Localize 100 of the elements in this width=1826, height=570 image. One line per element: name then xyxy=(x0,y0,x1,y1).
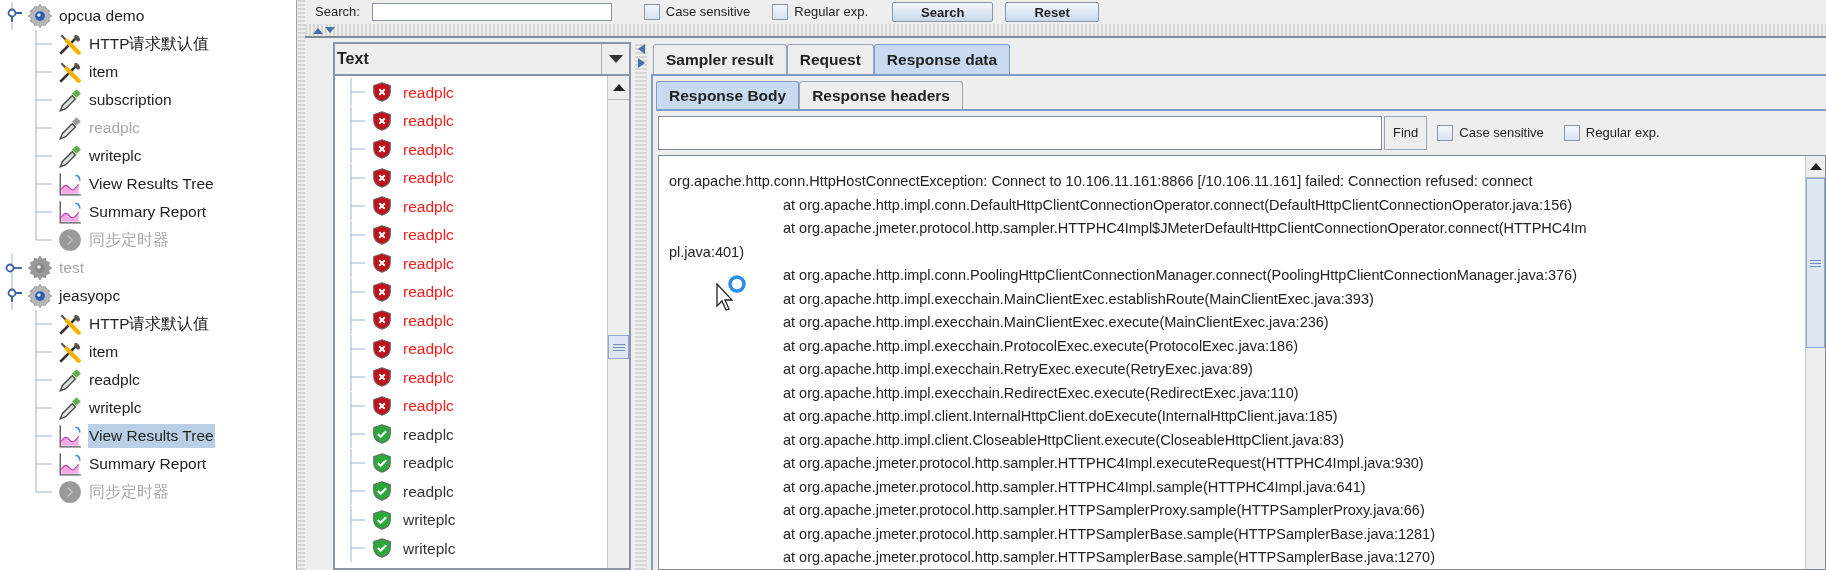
stack-trace-line: at org.apache.http.impl.client.InternalHttpClient.doExecute(InternalHttpClient.java:185) xyxy=(783,407,1338,426)
tree-line xyxy=(32,58,52,86)
result-item[interactable]: writeplc xyxy=(403,536,456,560)
stack-trace-line: at org.apache.jmeter.protocol.http.sampler.HTTPHC4Impl$JMeterDefaultHttpClientConnectionOperator.connect(HTTPHC4Im xyxy=(783,219,1587,238)
tab[interactable]: Response data xyxy=(873,44,1011,74)
checkbox-label: Regular exp. xyxy=(794,3,869,22)
tree-line xyxy=(347,135,365,164)
result-item[interactable]: writeplc xyxy=(403,508,456,532)
gear-icon xyxy=(27,283,53,309)
tab[interactable]: Sampler result xyxy=(653,44,787,74)
stack-trace-line: at org.apache.http.impl.execchain.MainClientExec.establishRoute(MainClientExec.java:393) xyxy=(783,289,1374,309)
result-item[interactable]: readplc xyxy=(403,137,454,161)
result-item[interactable]: readplc xyxy=(403,422,454,446)
result-item[interactable]: readplc xyxy=(403,337,454,361)
result-item[interactable]: readplc xyxy=(403,109,454,133)
tree-item[interactable]: View Results Tree xyxy=(88,424,215,448)
arrow-up-icon xyxy=(612,84,625,91)
pipette-icon xyxy=(57,143,83,169)
tree-line xyxy=(347,363,365,392)
search-button[interactable]: Search xyxy=(892,2,994,22)
tree-item[interactable]: Summary Report xyxy=(88,452,208,476)
collapse-up-icon[interactable] xyxy=(313,26,323,34)
tree-line xyxy=(347,477,365,506)
tree-line xyxy=(347,306,365,335)
chart-icon xyxy=(57,199,83,225)
tree-line xyxy=(32,366,52,394)
stack-trace-line: org.apache.http.conn.HttpHostConnectException: Connect to 10.106.11.161:8866 [/10.106.11.161] failed: Connection refused: connect xyxy=(669,172,1533,191)
tree-item[interactable]: item xyxy=(88,60,120,84)
search-field[interactable] xyxy=(371,3,612,21)
stack-trace-line: at org.apache.http.impl.client.CloseableHttpClient.execute(CloseableHttpClient.java:83) xyxy=(783,430,1344,450)
tree-line xyxy=(347,277,365,306)
mouse-pointer-icon xyxy=(716,283,734,311)
find-field[interactable] xyxy=(658,116,1382,150)
loading-spinner-icon xyxy=(727,274,747,294)
tree-line xyxy=(347,334,365,363)
scroll-thumb[interactable] xyxy=(1806,178,1825,348)
tab[interactable]: Response Body xyxy=(656,81,800,109)
tree-line xyxy=(32,170,52,198)
tree-item[interactable]: subscription xyxy=(88,88,173,112)
find-button[interactable]: Find xyxy=(1384,116,1428,150)
stack-trace-line: at org.apache.http.impl.execchain.RedirectExec.execute(RedirectExec.java:110) xyxy=(783,383,1299,403)
chart-icon xyxy=(57,423,83,449)
result-item[interactable]: readplc xyxy=(403,479,454,503)
checkbox[interactable] xyxy=(643,4,660,20)
tree-item[interactable]: item xyxy=(88,340,120,364)
tree-item[interactable]: HTTP请求默认值 xyxy=(88,312,211,336)
caret-icon xyxy=(608,55,623,63)
result-item[interactable]: readplc xyxy=(403,194,454,218)
collapse-right-icon[interactable] xyxy=(637,58,645,68)
tree-item[interactable]: HTTP请求默认值 xyxy=(88,32,211,56)
result-item[interactable]: readplc xyxy=(403,451,454,475)
stack-trace-line: at org.apache.jmeter.protocol.http.sampler.HTTPSamplerBase.sample(HTTPSamplerBase.java:1270) xyxy=(783,548,1435,567)
tab[interactable]: Request xyxy=(786,44,874,74)
stack-trace-line: at org.apache.jmeter.protocol.http.sampler.HTTPSamplerBase.sample(HTTPSamplerBase.java:1281) xyxy=(783,524,1435,544)
tree-item[interactable]: Summary Report xyxy=(88,200,208,224)
tree-item[interactable]: writeplc xyxy=(88,396,143,420)
tree-line xyxy=(32,338,52,366)
result-item[interactable]: readplc xyxy=(403,223,454,247)
checkbox[interactable] xyxy=(1437,125,1454,141)
stack-trace-line: at org.apache.jmeter.protocol.http.sampler.HTTPHC4Impl.sample(HTTPHC4Impl.java:641) xyxy=(783,477,1366,497)
tree-item[interactable]: readplc xyxy=(88,368,141,392)
collapse-left-icon[interactable] xyxy=(637,44,645,54)
collapse-down-icon[interactable] xyxy=(325,26,335,34)
tree-item[interactable]: writeplc xyxy=(88,144,143,168)
tree-item[interactable]: jeasyopc xyxy=(58,284,122,308)
result-item[interactable]: readplc xyxy=(403,365,454,389)
stack-trace-line: at org.apache.http.impl.execchain.RetryExec.execute(RetryExec.java:89) xyxy=(783,360,1253,379)
tree-line xyxy=(32,422,52,450)
tree-line xyxy=(32,114,52,142)
scrollbar[interactable] xyxy=(607,76,629,568)
result-item[interactable]: readplc xyxy=(403,80,454,104)
result-item[interactable]: readplc xyxy=(403,308,454,332)
checkbox[interactable] xyxy=(772,4,789,20)
scrollbar[interactable] xyxy=(1805,156,1825,569)
gear-icon xyxy=(27,255,53,281)
tree-line xyxy=(32,86,52,114)
tree-line xyxy=(347,534,365,563)
reset-button[interactable]: Reset xyxy=(1005,2,1099,22)
result-item[interactable]: readplc xyxy=(403,280,454,304)
scroll-thumb[interactable] xyxy=(608,335,629,359)
tree-line xyxy=(347,78,365,107)
tree-line xyxy=(32,142,52,170)
tree-line xyxy=(347,106,365,135)
stack-trace-line: pl.java:401) xyxy=(669,242,744,262)
checkbox[interactable] xyxy=(1563,125,1580,141)
arrow-up-icon xyxy=(1809,163,1822,170)
result-item[interactable]: readplc xyxy=(403,166,454,190)
pipette-icon xyxy=(57,115,83,141)
tree-line xyxy=(347,448,365,477)
tree-line xyxy=(347,249,365,278)
tree-item[interactable]: opcua demo xyxy=(58,4,146,28)
tree-item[interactable]: View Results Tree xyxy=(88,172,215,196)
tree-line xyxy=(32,310,52,338)
pipette-icon xyxy=(57,87,83,113)
result-item[interactable]: readplc xyxy=(403,251,454,275)
result-item[interactable]: readplc xyxy=(403,394,454,418)
checkbox-label: Case sensitive xyxy=(1459,124,1544,143)
tab[interactable]: Response headers xyxy=(799,81,963,109)
checkbox-label: Regular exp. xyxy=(1585,124,1660,143)
tree-line xyxy=(347,192,365,221)
